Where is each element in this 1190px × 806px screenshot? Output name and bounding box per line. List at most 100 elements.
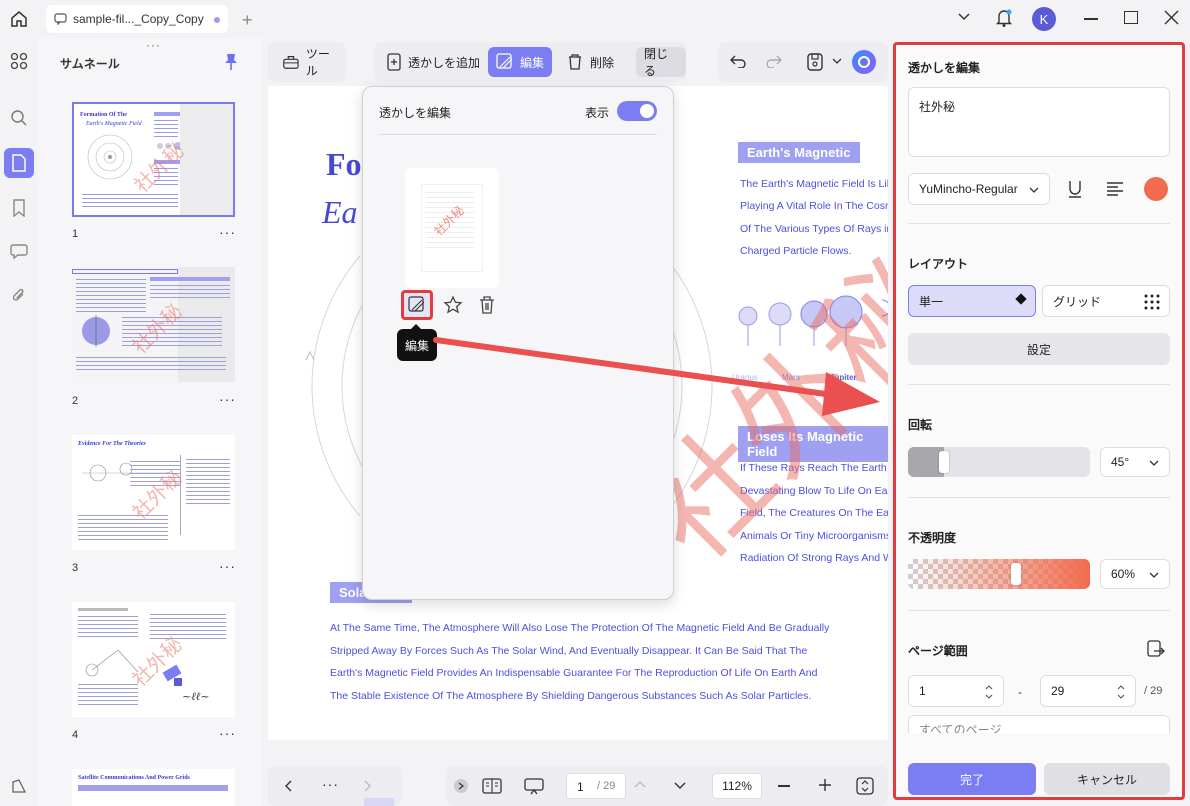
tool-group: ツール [268, 42, 346, 82]
grid-layout-button[interactable]: グリッド [1042, 285, 1170, 317]
star-icon[interactable] [443, 295, 463, 315]
edit-tooltip: 編集 [397, 329, 437, 361]
rotation-select[interactable]: 45° [1100, 447, 1170, 477]
attachment-icon[interactable] [4, 280, 34, 310]
chevron-down-icon[interactable] [957, 12, 971, 22]
watermark-toolbar: 透かしを追加 編集 削除 閉じる [374, 42, 686, 82]
document-tab[interactable]: sample-fil..._Copy_Copy [46, 5, 228, 33]
thumbnails-title: サムネール [60, 57, 120, 71]
save-icon[interactable] [806, 52, 824, 72]
paragraph-line: Stripped Away By Forces Such As The Sola… [330, 645, 808, 657]
show-toggle[interactable] [617, 101, 657, 121]
opacity-select[interactable]: 60% [1100, 559, 1170, 589]
page-more-button[interactable]: ··· [219, 725, 236, 741]
zoom-out-icon[interactable] [778, 785, 790, 787]
section-label-magnetic: Earth's Magnetic [738, 142, 860, 163]
thumbnails-icon[interactable] [4, 148, 34, 178]
close-icon[interactable] [1164, 10, 1179, 25]
color-swatch[interactable] [1144, 177, 1168, 201]
page-from-input[interactable]: 1 [908, 675, 1004, 707]
bell-icon[interactable] [995, 8, 1013, 28]
chevron-up-icon[interactable] [634, 780, 646, 788]
page-from-value: 1 [919, 684, 926, 698]
page-range-icon[interactable] [1146, 639, 1166, 659]
thumbnail-page-4[interactable]: ~ℓℓ~ 社外秘 [72, 602, 235, 717]
zoom-in-icon[interactable] [818, 778, 832, 792]
rotation-slider[interactable] [908, 447, 1090, 477]
page-number-input[interactable]: 1 / 29 [566, 773, 626, 799]
redo-icon[interactable] [766, 54, 782, 68]
thumbnail-page-2[interactable]: 社外秘 [72, 267, 235, 382]
cancel-button[interactable]: キャンセル [1044, 763, 1170, 795]
watermark-text-input[interactable]: 社外秘 [908, 87, 1170, 157]
rotation-value: 45° [1111, 455, 1130, 469]
drag-handle[interactable]: ··· [146, 38, 161, 52]
zoom-value: 112% [722, 779, 752, 793]
collapse-icon[interactable] [454, 779, 468, 793]
fit-page-icon[interactable] [856, 776, 874, 796]
theme-icon[interactable] [4, 771, 34, 801]
paragraph-line: Radiation Of Strong Rays And W [740, 552, 888, 564]
paragraph-line: The Earth's Magnetic Field Is Lik [740, 178, 888, 190]
bookmark-icon[interactable] [4, 193, 34, 223]
home-icon[interactable] [9, 9, 29, 29]
settings-button[interactable]: 設定 [908, 333, 1170, 365]
grid-label: グリッド [1053, 294, 1102, 309]
zoom-input[interactable]: 112% [712, 773, 762, 799]
thumb-heading: Evidence For The Theories [78, 441, 146, 447]
maximize-icon[interactable] [1124, 11, 1138, 24]
more-button[interactable]: ··· [322, 776, 339, 792]
single-layout-button[interactable]: 単一 [908, 285, 1036, 317]
doc-subtitle: Ea [322, 194, 358, 230]
comment-icon[interactable] [4, 236, 34, 266]
page-to-input[interactable]: 29 [1040, 675, 1136, 707]
grid-view-icon[interactable] [4, 46, 34, 76]
trash-icon[interactable] [478, 295, 496, 315]
page-to-value: 29 [1051, 684, 1065, 698]
undo-icon[interactable] [730, 54, 746, 68]
thumbnail-page-3[interactable]: Evidence For The Theories 社外秘 [72, 435, 235, 550]
page-more-button[interactable]: ··· [219, 391, 236, 407]
edit-button[interactable]: 編集 [488, 47, 553, 77]
thumb-heading: Satellite Communications And Power Grids [78, 775, 190, 781]
thumbnail-page-1[interactable]: Formation Of The Earth's Magnetic Field … [72, 102, 235, 217]
cancel-label: キャンセル [1076, 772, 1137, 787]
page-range-label: ページ範囲 [908, 644, 968, 658]
chevron-down-icon[interactable] [674, 782, 686, 790]
align-icon[interactable] [1106, 181, 1124, 197]
chevron-left-icon[interactable] [284, 780, 292, 792]
chevron-right-icon[interactable] [364, 780, 372, 792]
page-more-button[interactable]: ··· [219, 558, 236, 574]
close-button[interactable]: 閉じる [636, 47, 686, 78]
reading-mode-icon[interactable] [482, 777, 502, 795]
add-watermark-button[interactable]: 透かしを追加 [378, 47, 488, 77]
chat-icon [54, 13, 67, 25]
done-button[interactable]: 完了 [908, 763, 1036, 795]
stepper-icon[interactable] [985, 683, 993, 701]
search-icon[interactable] [4, 103, 34, 133]
opacity-slider-handle[interactable] [1011, 563, 1021, 585]
range-dash: - [1018, 685, 1022, 699]
opacity-slider[interactable] [908, 559, 1090, 589]
avatar[interactable]: K [1032, 7, 1056, 31]
ai-assistant-icon[interactable] [852, 50, 876, 74]
present-icon[interactable] [524, 777, 544, 795]
watermark-thumbnail[interactable]: 社外秘 [405, 168, 499, 288]
font-select[interactable]: YuMincho-Regular [908, 173, 1050, 205]
chevron-down-icon[interactable] [832, 57, 842, 65]
delete-button[interactable]: 削除 [558, 47, 622, 77]
thumbnail-page-5[interactable]: Satellite Communications And Power Grids [72, 769, 235, 806]
pin-icon[interactable] [224, 53, 238, 71]
watermark-settings-panel: 透かしを編集 社外秘 YuMincho-Regular レイアウト 単一 グリッ… [893, 42, 1185, 800]
underline-icon[interactable] [1066, 179, 1084, 199]
stepper-icon[interactable] [1117, 683, 1125, 701]
page-more-button[interactable]: ··· [219, 224, 236, 240]
delete-label: 削除 [590, 55, 615, 70]
tool-button[interactable]: ツール [274, 47, 346, 78]
new-tab-icon[interactable]: + [242, 10, 253, 31]
minimize-icon[interactable] [1084, 18, 1098, 20]
page-subset-select[interactable]: すべてのページ [908, 715, 1170, 733]
opacity-value: 60% [1111, 567, 1136, 581]
edit-watermark-icon[interactable] [401, 290, 433, 320]
rotation-slider-handle[interactable] [939, 451, 949, 473]
